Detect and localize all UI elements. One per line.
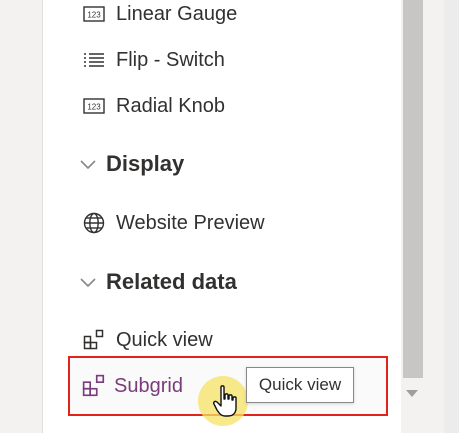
component-label: Radial Knob xyxy=(116,94,225,117)
globe-icon xyxy=(82,211,106,235)
numeric-123-icon: 123 xyxy=(82,94,106,118)
list-icon xyxy=(82,48,106,72)
component-flip-switch[interactable]: Flip - Switch xyxy=(82,42,225,78)
grid-icon xyxy=(82,328,106,352)
component-quick-view[interactable]: Quick view xyxy=(82,322,213,358)
section-title: Display xyxy=(106,151,185,176)
component-label: Linear Gauge xyxy=(116,2,238,25)
chevron-down-icon xyxy=(80,278,96,288)
scrollbar-thumb[interactable] xyxy=(403,0,423,378)
hand-pointer-icon xyxy=(213,385,237,417)
svg-text:123: 123 xyxy=(87,11,101,20)
chevron-down-icon xyxy=(80,160,96,170)
component-radial-knob[interactable]: 123 Radial Knob xyxy=(82,88,225,124)
scroll-down-arrow-icon[interactable] xyxy=(406,390,418,397)
svg-text:123: 123 xyxy=(87,103,101,112)
component-linear-gauge[interactable]: 123 Linear Gauge xyxy=(82,0,237,32)
section-related-data[interactable]: Related data xyxy=(78,264,237,300)
section-title: Related data xyxy=(106,269,237,294)
component-label: Website Preview xyxy=(116,211,265,234)
component-website-preview[interactable]: Website Preview xyxy=(82,205,265,241)
tooltip: Quick view xyxy=(246,367,354,403)
numeric-123-icon: 123 xyxy=(82,2,106,26)
section-display[interactable]: Display xyxy=(78,146,184,182)
component-label: Subgrid xyxy=(114,374,183,397)
window-edge xyxy=(444,0,459,433)
component-label: Flip - Switch xyxy=(116,48,225,71)
grid-icon xyxy=(82,374,106,398)
component-subgrid[interactable]: Subgrid xyxy=(82,368,183,404)
component-label: Quick view xyxy=(116,328,213,351)
